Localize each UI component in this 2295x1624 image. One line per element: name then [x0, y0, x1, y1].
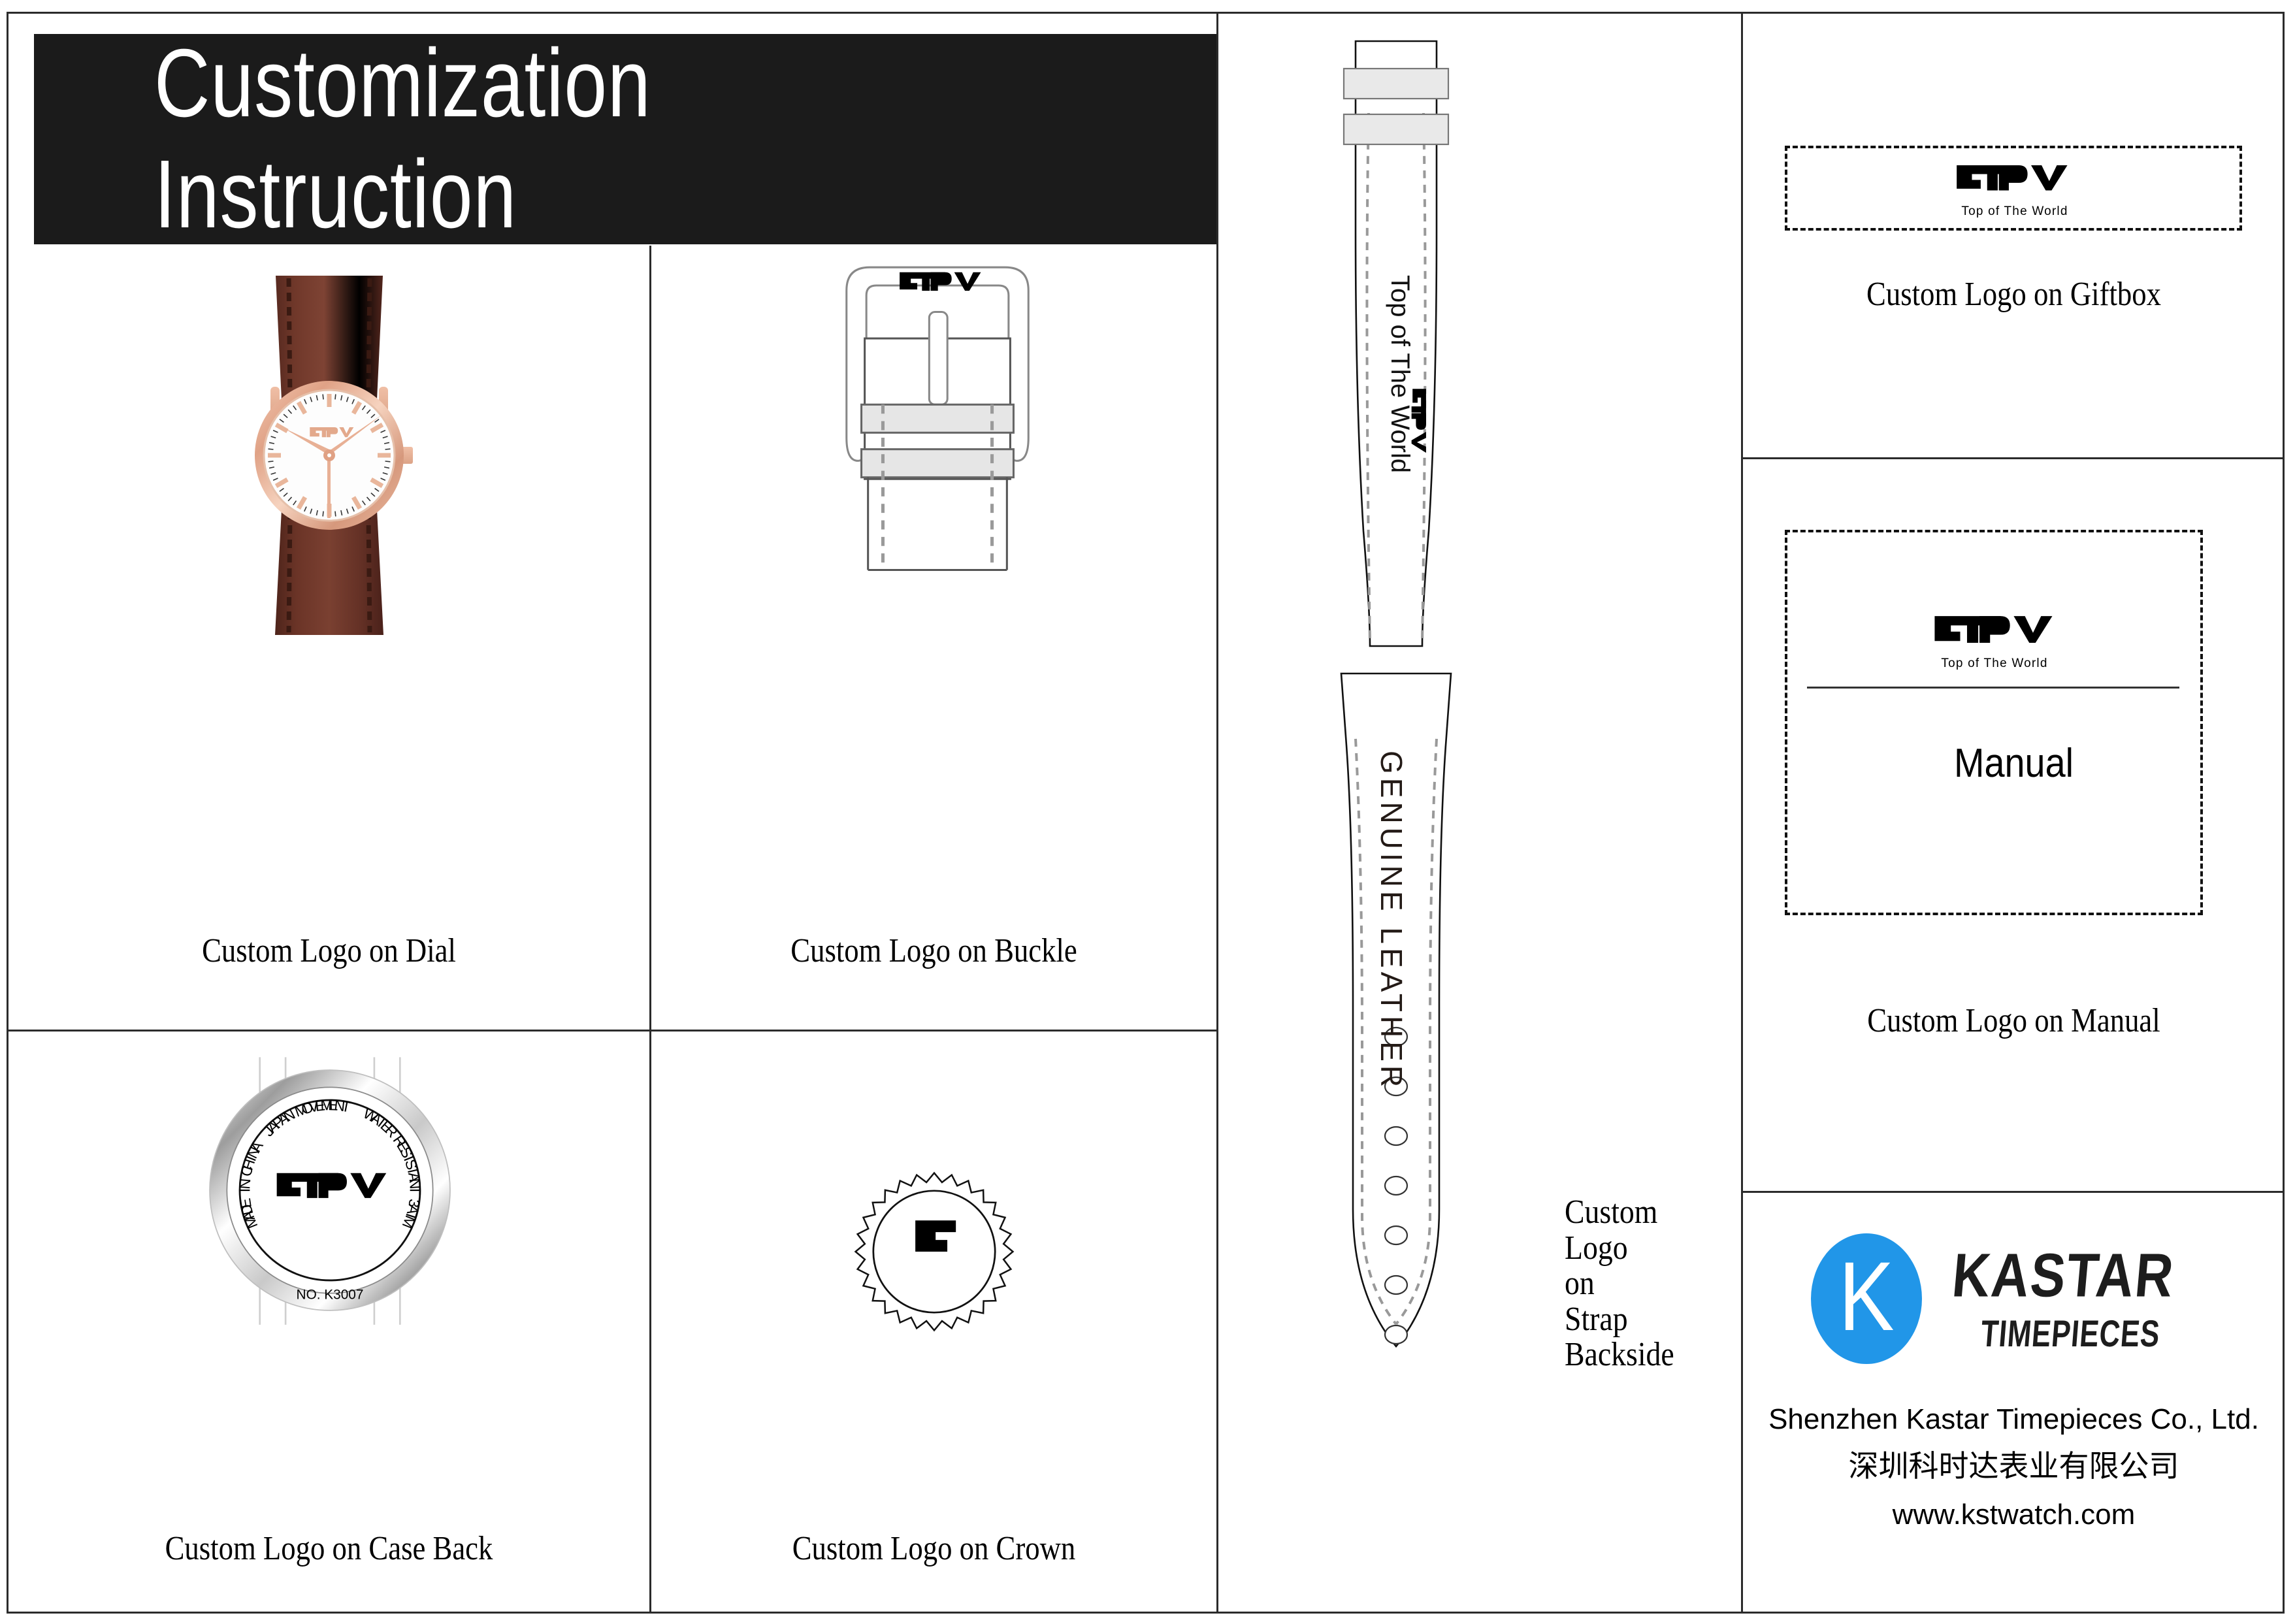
panel-strap: Top of The World GENUINE LEATHER Custom L…: [1218, 14, 1740, 1614]
svg-text:N: N: [236, 1178, 253, 1190]
manual-tagline: Top of The World: [1941, 657, 2048, 670]
panel-dial: Custom Logo on Dial: [8, 246, 649, 1030]
strap-hole: [1384, 1225, 1408, 1246]
company-name-en: Shenzhen Kastar Timepieces Co., Ltd.: [1768, 1403, 2259, 1435]
strap-top-logo-tpw: [1411, 389, 1426, 453]
panel-crown-label: Custom Logo on Crown: [792, 1530, 1076, 1567]
strap-hole: [1384, 1324, 1408, 1345]
strap-keeper-2: [1343, 113, 1450, 146]
panel-case-back: MADE IN CHINA JAPAN MOVEMENT WATER RESIS…: [8, 1031, 649, 1614]
kastar-circle-icon: K: [1811, 1233, 1922, 1364]
company-website: www.kstwatch.com: [1892, 1499, 2136, 1531]
strap-bottom-text: GENUINE LEATHER: [1375, 751, 1408, 1092]
panel-strap-label-line: Logo: [1565, 1229, 1628, 1267]
kastar-wordmark: KASTAR: [1949, 1241, 2177, 1310]
panel-crown: Custom Logo on Crown: [651, 1031, 1216, 1614]
company-logo-lockup: K KASTAR TIMEPIECES: [1811, 1233, 2177, 1364]
panel-company: K KASTAR TIMEPIECES Shenzhen Kastar Time…: [1743, 1193, 2285, 1614]
crown-illustration: [854, 1171, 1015, 1332]
manual-divider-rule: [1807, 687, 2179, 689]
panel-buckle-label: Custom Logo on Buckle: [790, 932, 1077, 969]
second-hand: [327, 455, 331, 518]
company-name-cn: 深圳科时达表业有限公司: [1848, 1450, 2179, 1483]
watch-illustration: [255, 276, 413, 635]
customization-instruction-sheet: Customization Instruction Custom Logo on…: [0, 0, 2295, 1624]
buckle-tongue: [928, 311, 949, 406]
panel-manual-label: Custom Logo on Manual: [1867, 1002, 2160, 1039]
strap-hole: [1384, 1275, 1408, 1295]
giftbox-tagline: Top of The World: [1961, 204, 2068, 218]
panel-buckle: Custom Logo on Buckle: [651, 246, 1216, 1030]
panel-strap-label-line: Strap: [1565, 1300, 1628, 1338]
kastar-subwordmark: TIMEPIECES: [1979, 1312, 2162, 1355]
page-title: Customization Instruction: [154, 29, 651, 248]
panel-giftbox-label: Custom Logo on Giftbox: [1866, 276, 2161, 313]
strap-hole: [1384, 1126, 1408, 1146]
svg-text:T: T: [407, 1186, 424, 1195]
kastar-k-letter: K: [1838, 1241, 1895, 1351]
panel-strap-label-line: Backside: [1565, 1336, 1674, 1374]
buckle-illustration: [845, 266, 1030, 571]
case-back-illustration: MADE IN CHINA JAPAN MOVEMENT WATER RESIS…: [209, 1057, 451, 1325]
panel-manual: Top of The World Manual Custom Logo on M…: [1743, 459, 2285, 1191]
manual-dash-area: [1785, 530, 2203, 915]
panel-case-back-label: Custom Logo on Case Back: [165, 1530, 493, 1567]
manual-word: Manual: [1953, 741, 2074, 786]
strap-keeper-1: [1343, 67, 1450, 100]
panel-dial-label: Custom Logo on Dial: [202, 932, 456, 969]
case-back-serial: NO. K3007: [297, 1287, 364, 1302]
header-bar: Customization Instruction: [34, 29, 1216, 248]
strap-hole: [1384, 1175, 1408, 1196]
panel-strap-label-line: on: [1565, 1265, 1595, 1303]
panel-strap-label: Custom Logo on Strap Backside: [1565, 1194, 1674, 1374]
panel-strap-label-line: Custom: [1565, 1194, 1658, 1231]
panel-giftbox: Top of The World Custom Logo on Giftbox: [1743, 14, 2285, 457]
